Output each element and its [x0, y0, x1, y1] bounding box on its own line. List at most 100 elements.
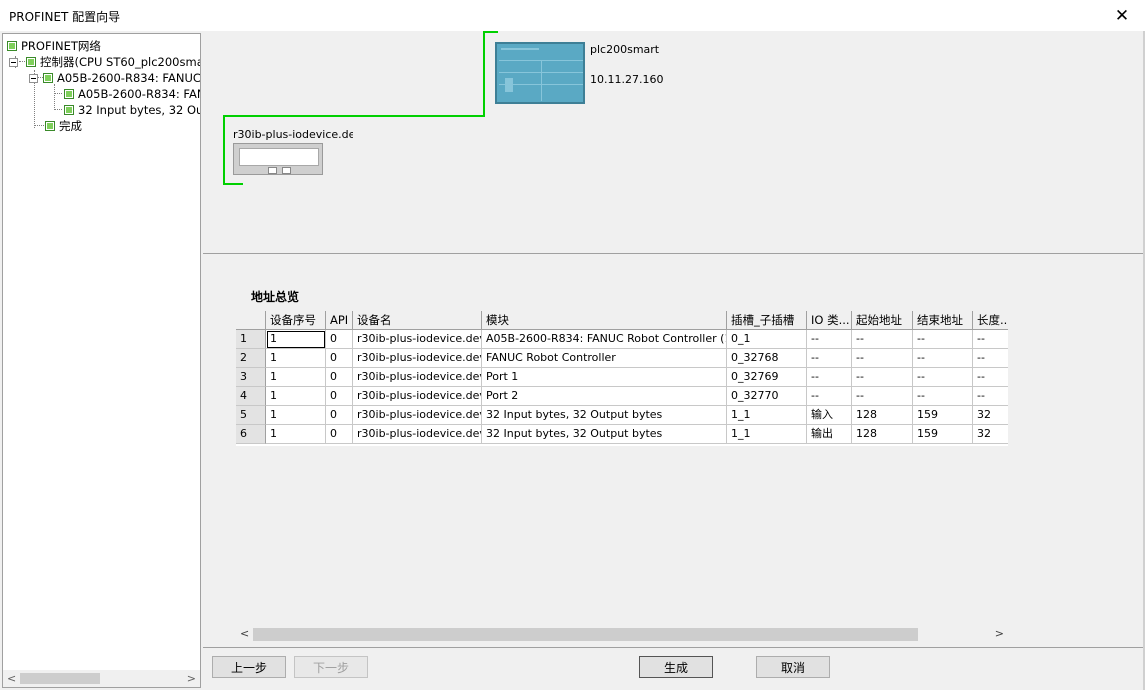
- table-cell[interactable]: --: [913, 349, 973, 368]
- title-bar: PROFINET 配置向导 ✕: [0, 0, 1145, 31]
- table-cell[interactable]: A05B-2600-R834: FANUC Robot Controller (…: [482, 330, 727, 349]
- table-cell[interactable]: 0_32769: [727, 368, 807, 387]
- table-cell[interactable]: 128: [852, 425, 913, 444]
- table-cell[interactable]: r30ib-plus-iodevice.dev1: [353, 330, 482, 349]
- table-cell[interactable]: FANUC Robot Controller: [482, 349, 727, 368]
- table-cell[interactable]: 1: [266, 387, 326, 406]
- next-button[interactable]: 下一步: [294, 656, 368, 678]
- table-cell[interactable]: --: [807, 387, 852, 406]
- table-cell[interactable]: --: [973, 349, 1008, 368]
- table-cell[interactable]: 159: [913, 425, 973, 444]
- column-header[interactable]: 起始地址: [852, 311, 913, 330]
- scroll-left-icon[interactable]: <: [240, 627, 249, 640]
- cancel-button[interactable]: 取消: [756, 656, 830, 678]
- column-header[interactable]: IO 类...: [807, 311, 852, 330]
- scroll-thumb[interactable]: [253, 628, 918, 641]
- table-cell[interactable]: 1: [266, 368, 326, 387]
- table-cell[interactable]: 1_1: [727, 425, 807, 444]
- column-header[interactable]: 插槽_子插槽: [727, 311, 807, 330]
- tree-item-device[interactable]: A05B-2600-R834: FANUC Ro: [29, 70, 200, 86]
- table-cell[interactable]: 32: [973, 425, 1008, 444]
- table-cell[interactable]: --: [973, 330, 1008, 349]
- table-cell[interactable]: 输出: [807, 425, 852, 444]
- table-cell[interactable]: --: [852, 330, 913, 349]
- table-cell[interactable]: Port 1: [482, 368, 727, 387]
- table-cell[interactable]: 128: [852, 406, 913, 425]
- table-horizontal-scrollbar[interactable]: < >: [236, 626, 1008, 643]
- table-cell[interactable]: 32: [973, 406, 1008, 425]
- table-row[interactable]: 1 1 0 r30ib-plus-iodevice.dev1 A05B-2600-R83…: [236, 330, 1008, 349]
- table-cell[interactable]: --: [807, 349, 852, 368]
- tree-horizontal-scrollbar[interactable]: < >: [3, 670, 200, 687]
- table-cell[interactable]: --: [852, 349, 913, 368]
- column-header[interactable]: 长度...: [973, 311, 1008, 330]
- scroll-thumb[interactable]: [20, 673, 100, 684]
- scroll-right-icon[interactable]: >: [187, 672, 196, 685]
- table-cell[interactable]: --: [852, 368, 913, 387]
- collapse-icon[interactable]: [29, 73, 38, 83]
- table-cell[interactable]: 0_32768: [727, 349, 807, 368]
- table-row[interactable]: 4 1 0 r30ib-plus-iodevice.dev1 Port 2 0_32770…: [236, 387, 1008, 406]
- close-button[interactable]: ✕: [1099, 0, 1145, 31]
- table-cell[interactable]: --: [973, 368, 1008, 387]
- table-cell[interactable]: 0: [326, 406, 353, 425]
- row-header[interactable]: 6: [236, 425, 266, 444]
- table-row[interactable]: 3 1 0 r30ib-plus-iodevice.dev1 Port 1 0_32769…: [236, 368, 1008, 387]
- table-cell[interactable]: 159: [913, 406, 973, 425]
- column-header[interactable]: 模块: [482, 311, 727, 330]
- row-header[interactable]: 2: [236, 349, 266, 368]
- column-header[interactable]: 设备序号: [266, 311, 326, 330]
- io-device-name: r30ib-plus-iodevice.dev1(/: [233, 128, 353, 141]
- table-cell[interactable]: 32 Input bytes, 32 Output bytes: [482, 425, 727, 444]
- tree-item-profinet-network[interactable]: PROFINET网络: [7, 38, 101, 54]
- plc-controller-icon[interactable]: [495, 42, 585, 104]
- table-cell[interactable]: 0_1: [727, 330, 807, 349]
- row-header[interactable]: 4: [236, 387, 266, 406]
- generate-button[interactable]: 生成: [639, 656, 713, 678]
- row-header[interactable]: 5: [236, 406, 266, 425]
- collapse-icon[interactable]: [9, 57, 18, 67]
- column-header[interactable]: 结束地址: [913, 311, 973, 330]
- table-cell[interactable]: --: [913, 387, 973, 406]
- tree-item-finish[interactable]: 完成: [45, 118, 82, 134]
- table-cell[interactable]: --: [913, 368, 973, 387]
- scroll-left-icon[interactable]: <: [7, 672, 16, 685]
- column-header[interactable]: 设备名: [353, 311, 482, 330]
- row-header[interactable]: 3: [236, 368, 266, 387]
- table-cell[interactable]: --: [807, 368, 852, 387]
- row-header[interactable]: 1: [236, 330, 266, 349]
- prev-button[interactable]: 上一步: [212, 656, 286, 678]
- table-cell[interactable]: r30ib-plus-iodevice.dev1: [353, 425, 482, 444]
- table-cell[interactable]: 0: [326, 349, 353, 368]
- table-cell[interactable]: --: [807, 330, 852, 349]
- table-cell[interactable]: 32 Input bytes, 32 Output bytes: [482, 406, 727, 425]
- table-cell[interactable]: 1: [266, 349, 326, 368]
- scroll-right-icon[interactable]: >: [995, 627, 1004, 640]
- tree-item-io-module[interactable]: 32 Input bytes, 32 Outpu: [64, 102, 200, 118]
- table-row[interactable]: 6 1 0 r30ib-plus-iodevice.dev1 32 Input byte…: [236, 425, 1008, 444]
- table-cell[interactable]: 0: [326, 330, 353, 349]
- table-cell[interactable]: 输入: [807, 406, 852, 425]
- table-cell[interactable]: --: [852, 387, 913, 406]
- table-cell[interactable]: 1_1: [727, 406, 807, 425]
- table-cell[interactable]: 0: [326, 368, 353, 387]
- table-cell[interactable]: r30ib-plus-iodevice.dev1: [353, 387, 482, 406]
- table-cell[interactable]: 1: [266, 406, 326, 425]
- table-cell[interactable]: r30ib-plus-iodevice.dev1: [353, 406, 482, 425]
- tree-item-device-module[interactable]: A05B-2600-R834: FANUC: [64, 86, 200, 102]
- table-cell[interactable]: r30ib-plus-iodevice.dev1: [353, 368, 482, 387]
- column-header[interactable]: API: [326, 311, 353, 330]
- table-cell[interactable]: 1: [266, 425, 326, 444]
- table-cell[interactable]: Port 2: [482, 387, 727, 406]
- table-cell[interactable]: 1: [266, 330, 326, 349]
- table-cell[interactable]: 0: [326, 387, 353, 406]
- table-row[interactable]: 5 1 0 r30ib-plus-iodevice.dev1 32 Input byte…: [236, 406, 1008, 425]
- table-cell[interactable]: 0_32770: [727, 387, 807, 406]
- table-cell[interactable]: 0: [326, 425, 353, 444]
- table-row[interactable]: 2 1 0 r30ib-plus-iodevice.dev1 FANUC Robot C…: [236, 349, 1008, 368]
- table-cell[interactable]: --: [973, 387, 1008, 406]
- robot-device-icon[interactable]: [233, 143, 323, 175]
- table-cell[interactable]: --: [913, 330, 973, 349]
- tree-item-controller[interactable]: 控制器(CPU ST60_plc200smart): [9, 54, 200, 70]
- table-cell[interactable]: r30ib-plus-iodevice.dev1: [353, 349, 482, 368]
